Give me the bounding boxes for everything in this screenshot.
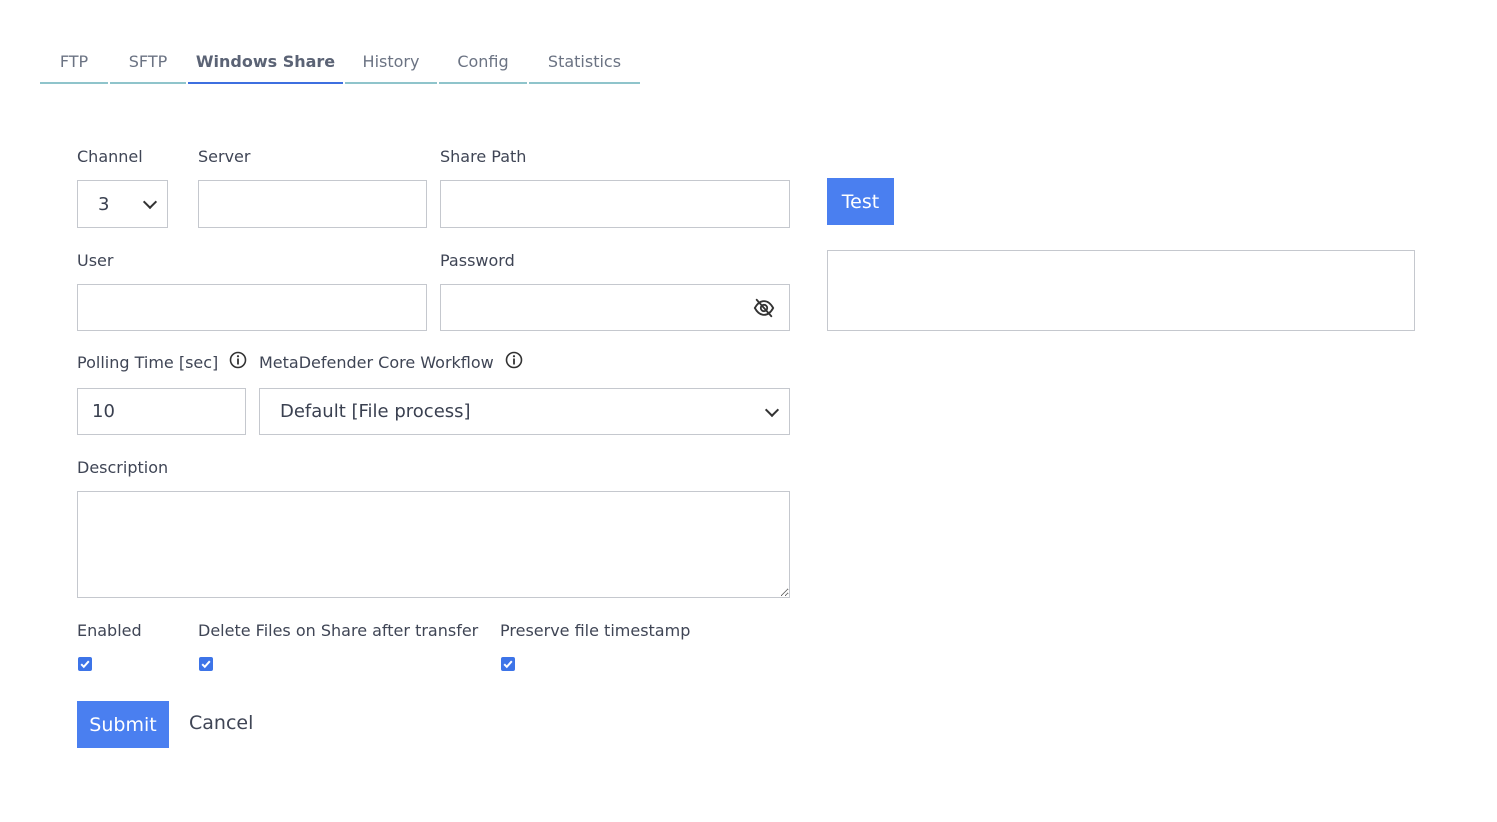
eye-slash-icon[interactable]	[753, 297, 775, 319]
share-path-label: Share Path	[440, 147, 527, 166]
tab-bar: FTP SFTP Windows Share History Config St…	[40, 40, 642, 84]
enabled-label: Enabled	[77, 621, 142, 640]
checkmark-icon	[80, 660, 90, 669]
user-label: User	[77, 251, 114, 270]
chevron-down-icon	[142, 194, 158, 210]
channel-select[interactable]: 3	[77, 180, 168, 228]
tab-config[interactable]: Config	[439, 40, 527, 84]
preserve-timestamp-checkbox[interactable]	[501, 657, 515, 671]
workflow-label: MetaDefender Core Workflow	[259, 351, 523, 373]
polling-time-input[interactable]	[77, 388, 246, 435]
tab-ftp[interactable]: FTP	[40, 40, 108, 84]
server-label: Server	[198, 147, 251, 166]
submit-button[interactable]: Submit	[77, 701, 169, 748]
password-input[interactable]	[440, 284, 790, 331]
cancel-button[interactable]: Cancel	[189, 712, 253, 734]
server-input[interactable]	[198, 180, 427, 228]
description-label: Description	[77, 458, 169, 477]
workflow-select[interactable]: Default [File process]	[259, 388, 790, 435]
workflow-label-text: MetaDefender Core Workflow	[259, 353, 494, 372]
checkmark-icon	[201, 660, 211, 669]
chevron-down-icon	[764, 402, 780, 417]
enabled-checkbox[interactable]	[78, 657, 92, 671]
checkmark-icon	[503, 660, 513, 669]
password-label: Password	[440, 251, 515, 270]
info-circle-icon[interactable]	[229, 351, 247, 373]
preserve-timestamp-label: Preserve file timestamp	[500, 621, 691, 640]
info-circle-icon[interactable]	[505, 351, 523, 373]
tab-sftp[interactable]: SFTP	[110, 40, 186, 84]
test-result-box	[827, 250, 1415, 331]
workflow-value: Default [File process]	[280, 401, 471, 422]
polling-time-label-text: Polling Time [sec]	[77, 353, 219, 372]
tab-history[interactable]: History	[345, 40, 437, 84]
channel-label: Channel	[77, 147, 143, 166]
polling-time-label: Polling Time [sec]	[77, 351, 247, 373]
delete-files-label: Delete Files on Share after transfer	[198, 621, 479, 640]
description-textarea[interactable]	[77, 491, 790, 598]
user-input[interactable]	[77, 284, 427, 331]
tab-statistics[interactable]: Statistics	[529, 40, 640, 84]
channel-value: 3	[98, 193, 110, 215]
delete-files-checkbox[interactable]	[199, 657, 213, 671]
test-button[interactable]: Test	[827, 178, 894, 225]
share-path-input[interactable]	[440, 180, 790, 228]
tab-windows-share[interactable]: Windows Share	[188, 40, 343, 84]
